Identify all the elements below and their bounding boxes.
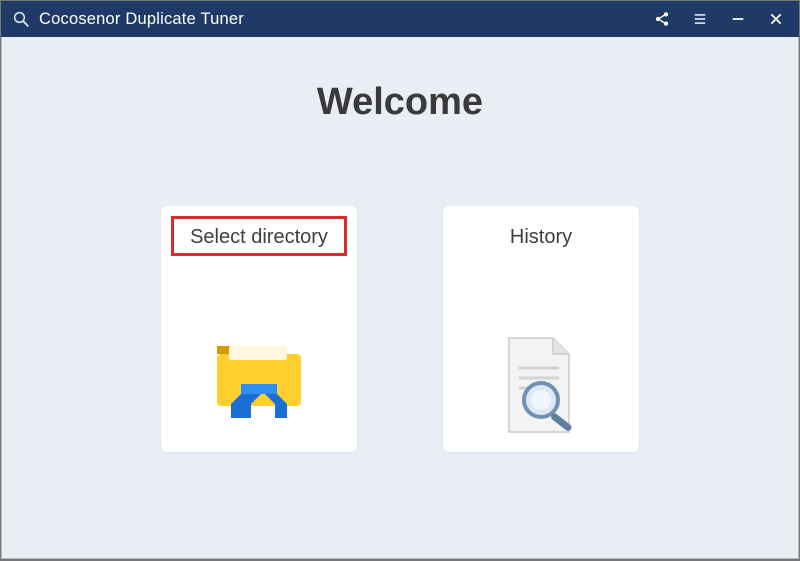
app-logo-icon bbox=[11, 9, 31, 29]
folder-explorer-icon bbox=[199, 249, 319, 452]
history-label: History bbox=[510, 226, 572, 249]
history-document-search-icon bbox=[491, 249, 591, 452]
menu-button[interactable] bbox=[683, 2, 717, 36]
share-button[interactable] bbox=[645, 2, 679, 36]
titlebar: Cocosenor Duplicate Tuner bbox=[1, 1, 799, 37]
select-directory-label: Select directory bbox=[190, 226, 328, 249]
history-card[interactable]: History bbox=[443, 206, 639, 452]
app-window: Cocosenor Duplicate Tuner bbox=[1, 1, 799, 559]
close-button[interactable] bbox=[759, 2, 793, 36]
select-directory-card[interactable]: Select directory bbox=[161, 206, 357, 452]
content-area: Welcome Select directory bbox=[1, 37, 799, 559]
page-title: Welcome bbox=[317, 81, 483, 124]
cards-row: Select directory bbox=[161, 206, 639, 452]
titlebar-actions bbox=[645, 2, 793, 36]
app-title: Cocosenor Duplicate Tuner bbox=[39, 10, 244, 29]
minimize-button[interactable] bbox=[721, 2, 755, 36]
